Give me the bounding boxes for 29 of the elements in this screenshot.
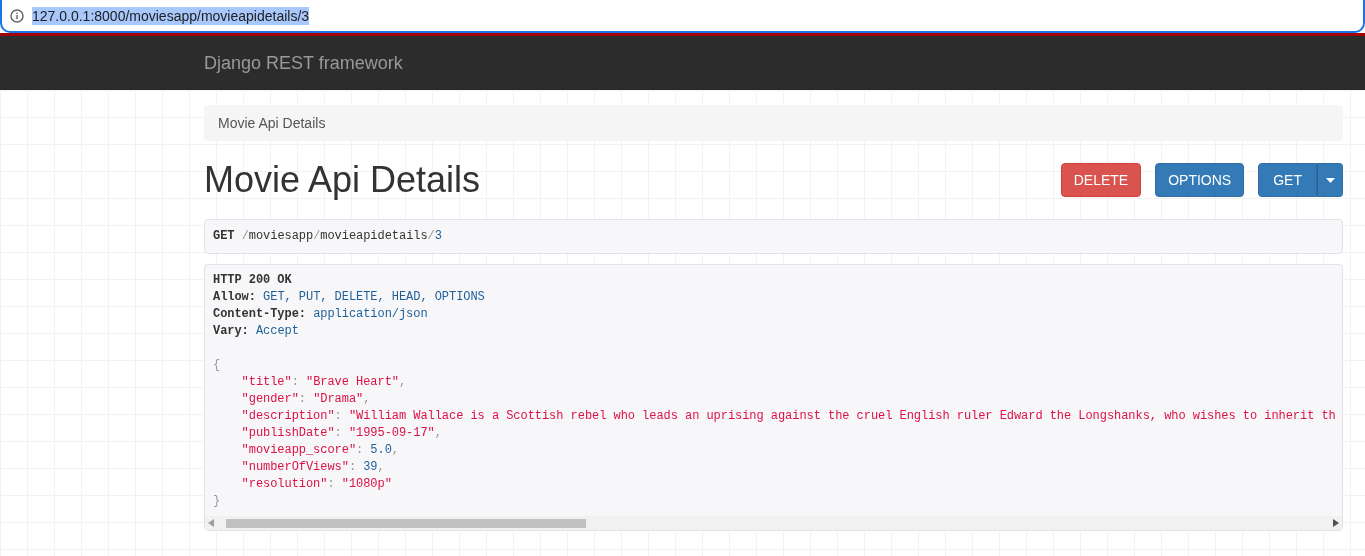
dropdown-toggle[interactable] (1317, 163, 1343, 197)
json-brace: { (213, 357, 221, 374)
breadcrumb-item[interactable]: Movie Api Details (218, 115, 326, 131)
json-line: "title": "Brave Heart", (240, 374, 407, 391)
status-line: HTTP 200 OK (213, 272, 292, 289)
json-line: "resolution": "1080p" (240, 476, 392, 493)
info-icon (10, 8, 24, 23)
json-line: "gender": "Drama", (240, 391, 371, 408)
json-line: "movieapp_score": 5.0, (240, 442, 399, 459)
header-line: Vary: Accept (213, 323, 299, 340)
header-line: Content-Type: application/json (213, 306, 428, 323)
delete-button[interactable]: DELETE (1060, 163, 1142, 197)
json-line: "publishDate": "1995-09-17", (240, 425, 442, 442)
get-button[interactable]: GET (1258, 163, 1317, 197)
header-line: Allow: GET, PUT, DELETE, HEAD, OPTIONS (213, 289, 485, 306)
scroll-left-icon[interactable] (208, 519, 214, 527)
page-title: Movie Api Details (204, 159, 481, 201)
scroll-right-icon[interactable] (1333, 519, 1339, 527)
url-text: 127.0.0.1:8000/moviesapp/movieapidetails/3 (32, 6, 310, 25)
caret-icon (1325, 177, 1335, 183)
json-line: "numberOfViews": 39, (240, 459, 385, 476)
address-bar[interactable]: 127.0.0.1:8000/moviesapp/movieapidetails/3 (0, 0, 1365, 33)
horizontal-scrollbar[interactable] (205, 516, 1342, 530)
brand-link[interactable]: Django REST framework (204, 52, 403, 74)
json-line: "description": "William Wallace is a Scottish rebel who leads an uprising against the cruel English ruler Edward the Longshanks, who wishes to inherit th (240, 408, 1336, 425)
request-line: GET /moviesapp/movieapidetails/3 (213, 228, 442, 245)
scrollbar-thumb[interactable] (226, 518, 586, 528)
options-button[interactable]: OPTIONS (1155, 163, 1245, 197)
json-brace: } (213, 493, 221, 510)
